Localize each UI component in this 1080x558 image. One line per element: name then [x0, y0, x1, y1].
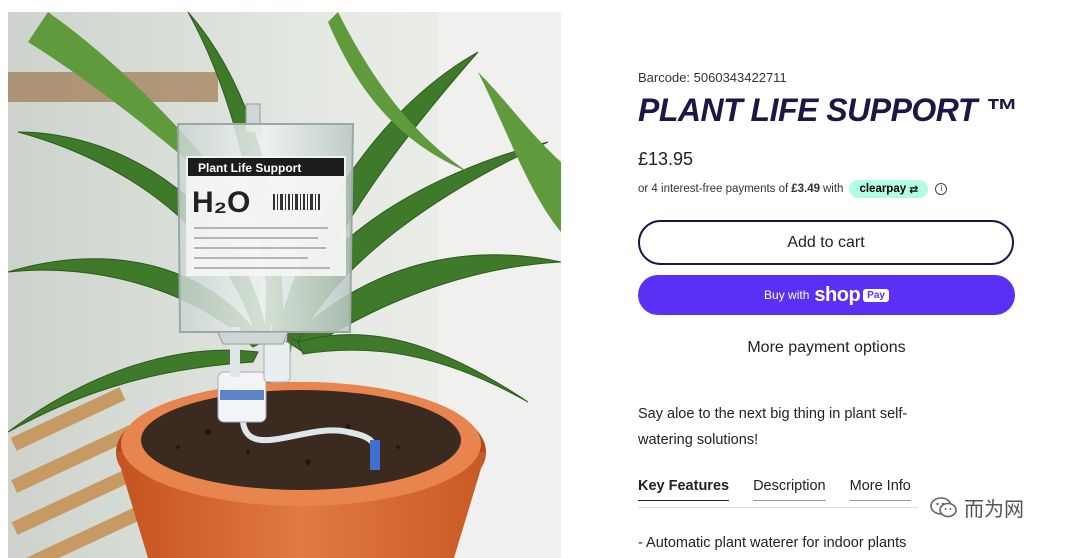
installments-prefix: or 4 interest-free payments of — [638, 183, 789, 195]
product-image: Plant Life Support H₂O — [8, 12, 561, 558]
info-icon[interactable]: i — [935, 183, 948, 195]
product-price: £13.95 — [638, 149, 694, 169]
buy-with-label: Buy with — [764, 288, 810, 302]
product-tabs: Key Features Description More Info — [638, 478, 911, 501]
barcode: Barcode: 5060343422711 — [638, 70, 787, 85]
add-to-cart-button[interactable]: Add to cart — [638, 220, 1014, 265]
bag-label: Plant Life Support — [198, 161, 301, 175]
watermark-text: 而为网 — [964, 497, 1024, 521]
bag-big-text: H₂O — [192, 186, 250, 219]
pay-tag: Pay — [863, 288, 889, 302]
installment-amount: £3.49 — [791, 183, 820, 195]
tab-description[interactable]: Description — [753, 478, 826, 501]
installments-info: or 4 interest-free payments of £3.49 wit… — [638, 180, 948, 198]
clearpay-arrows-icon: ⇄ — [909, 183, 919, 196]
shop-logo: shop — [814, 283, 861, 306]
installments-suffix: with — [823, 183, 844, 195]
feature-item: - Automatic plant waterer for indoor pla… — [638, 535, 907, 551]
watermark: 而为网 — [930, 493, 1024, 522]
add-to-cart-label: Add to cart — [787, 233, 865, 251]
wechat-icon — [930, 496, 958, 519]
clearpay-badge: clearpay ⇄ — [849, 180, 929, 198]
shop-pay-button[interactable]: Buy with shop Pay — [638, 275, 1015, 315]
tab-more-info[interactable]: More Info — [849, 478, 911, 501]
product-title: PLANT LIFE SUPPORT ™ — [638, 92, 1017, 128]
product-tagline: Say aloe to the next big thing in plant … — [638, 406, 908, 448]
tab-key-features[interactable]: Key Features — [638, 478, 730, 501]
more-payment-options-link[interactable]: More payment options — [638, 339, 1015, 357]
clearpay-label: clearpay — [859, 183, 907, 195]
tabs-divider — [638, 507, 918, 508]
